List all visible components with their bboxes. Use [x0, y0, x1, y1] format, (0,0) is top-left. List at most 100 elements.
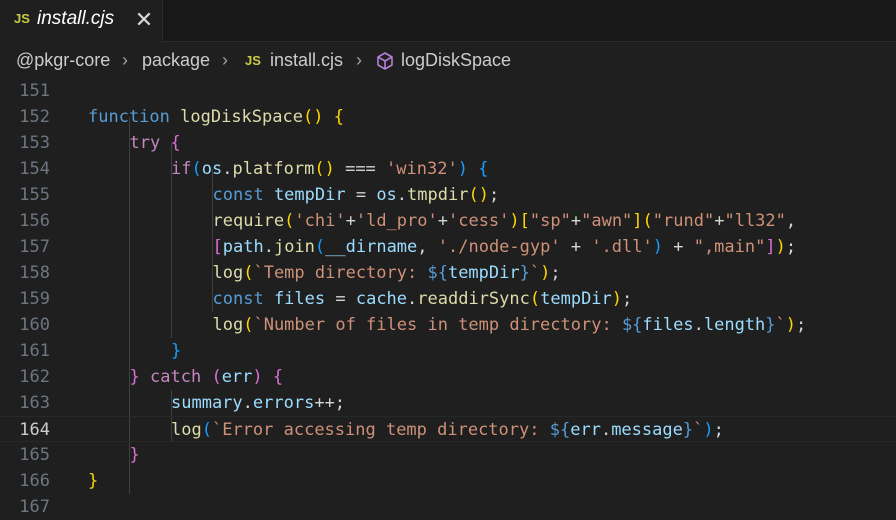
code-token: message — [611, 420, 683, 440]
breadcrumb-item-package[interactable]: package — [142, 50, 210, 71]
tab-bar: JS install.cjs ✕ — [0, 0, 896, 42]
code-token: ( — [201, 420, 212, 440]
breadcrumb-item-install-cjs[interactable]: install.cjs — [270, 50, 343, 71]
code-line-161[interactable]: 161} — [0, 338, 896, 364]
code-token: 'chi' — [294, 211, 346, 231]
code-token: + — [437, 211, 448, 231]
code-line-163[interactable]: 163 summary.errors++; — [0, 390, 896, 416]
code-token: { — [170, 133, 181, 153]
line-number: 158 — [19, 263, 50, 283]
code-line-154[interactable]: 154 if(os.platform() === 'win32') { — [0, 156, 896, 182]
breadcrumb-item-logdiskspace[interactable]: logDiskSpace — [401, 50, 511, 71]
code-token: "rund" — [652, 211, 715, 231]
code-token: () — [314, 159, 335, 179]
code-token: tempDir — [540, 289, 612, 309]
code-token: require — [212, 211, 285, 231]
line-code: } catch (err) { — [130, 364, 284, 390]
chevron-right-icon: › — [222, 50, 228, 70]
code-line-160[interactable]: 160 log(`Number of files in temp director… — [0, 312, 896, 338]
breadcrumb-item-pkgr-core[interactable]: @pkgr-core — [16, 50, 110, 71]
line-number: 162 — [19, 367, 50, 387]
code-token: } — [88, 471, 99, 491]
line-code: if(os.platform() === 'win32') { — [171, 156, 488, 182]
code-token: ${ — [621, 315, 643, 335]
line-code: log(`Temp directory: ${tempDir}`); — [213, 260, 561, 286]
code-token: ; — [488, 185, 500, 205]
code-token: tempDir — [447, 263, 520, 283]
code-token: files — [273, 289, 326, 309]
line-number: 167 — [19, 497, 50, 517]
code-token: } — [129, 367, 140, 387]
code-token: ( — [243, 315, 254, 335]
javascript-file-icon: JS — [14, 11, 30, 26]
code-token: ) — [540, 263, 551, 283]
code-token: + — [560, 237, 592, 257]
code-line-153[interactable]: 153 try { — [0, 130, 896, 156]
code-line-155[interactable]: 155 const tempDir = os.tmpdir(); — [0, 182, 896, 208]
code-line-166[interactable]: 166} — [0, 468, 896, 494]
code-token: ] — [632, 211, 643, 231]
code-editor[interactable]: 151 152 function logDiskSpace() {153 try {1… — [0, 78, 896, 517]
code-line-152[interactable]: 152 function logDiskSpace() { — [0, 104, 896, 130]
code-token: , — [417, 237, 438, 257]
close-icon[interactable]: ✕ — [130, 4, 158, 36]
code-line-156[interactable]: 156 require('chi'+'ld_pro'+'cess')["sp"+"… — [0, 208, 896, 234]
line-number: 155 — [19, 185, 50, 205]
code-token: "sp" — [529, 211, 571, 231]
line-number: 163 — [19, 393, 50, 413]
code-token: ( — [211, 367, 222, 387]
code-line-167[interactable]: 167 — [0, 494, 896, 520]
tab-label: install.cjs — [37, 8, 115, 29]
code-line-162[interactable]: 162 } catch (err) { — [0, 364, 896, 390]
code-token: log — [212, 263, 244, 283]
code-token: const — [212, 289, 264, 309]
code-token: ( — [314, 237, 326, 257]
code-line-165[interactable]: 165} — [0, 442, 896, 468]
code-line-159[interactable]: 159 const files = cache.readdirSync(tempD… — [0, 286, 896, 312]
code-token: === — [334, 159, 387, 179]
code-token: . — [600, 420, 612, 440]
code-token: [ — [212, 237, 223, 257]
code-token: } — [171, 341, 182, 361]
line-code: try { — [130, 130, 181, 156]
code-token: ${ — [427, 263, 448, 283]
code-token: ) — [509, 211, 520, 231]
code-token: __dirname — [325, 237, 418, 257]
code-token: os — [201, 159, 223, 179]
breadcrumb: @pkgr-core › package › JS install.cjs › … — [0, 42, 896, 78]
code-line-164[interactable]: 164 log(`Error accessing temp directory: … — [0, 416, 896, 442]
javascript-file-icon: JS — [245, 53, 261, 68]
code-token: ` — [529, 263, 541, 283]
code-token: + — [345, 211, 356, 231]
code-token: . — [242, 393, 253, 413]
code-token: tempDir — [273, 185, 346, 205]
code-token: ) — [252, 367, 263, 387]
line-number: 154 — [19, 159, 50, 179]
code-token: 'win32' — [386, 159, 458, 179]
line-number: 159 — [19, 289, 50, 309]
code-token: try — [129, 133, 161, 153]
code-token: ; — [550, 263, 561, 283]
line-code: const tempDir = os.tmpdir(); — [213, 182, 500, 208]
code-token: platform — [232, 159, 315, 179]
code-token: . — [693, 315, 704, 335]
code-token: . — [396, 185, 408, 205]
line-number: 151 — [19, 81, 50, 101]
code-token: 'ld_pro' — [355, 211, 438, 231]
code-token: ; — [796, 315, 807, 335]
code-token: ` — [693, 420, 704, 440]
line-code: const files = cache.readdirSync(tempDir)… — [213, 286, 633, 312]
code-line-158[interactable]: 158 log(`Temp directory: ${tempDir}`); — [0, 260, 896, 286]
code-token: summary — [171, 393, 243, 413]
code-token: tmpdir — [407, 185, 469, 205]
code-line-151[interactable]: 151 — [0, 78, 896, 104]
code-token: ) — [652, 237, 663, 257]
line-code: } — [130, 442, 140, 468]
code-line-157[interactable]: 157 [path.join(__dirname, './node-gyp' + … — [0, 234, 896, 260]
code-token: const — [212, 185, 264, 205]
tab-install-cjs[interactable]: JS install.cjs ✕ — [0, 0, 163, 42]
